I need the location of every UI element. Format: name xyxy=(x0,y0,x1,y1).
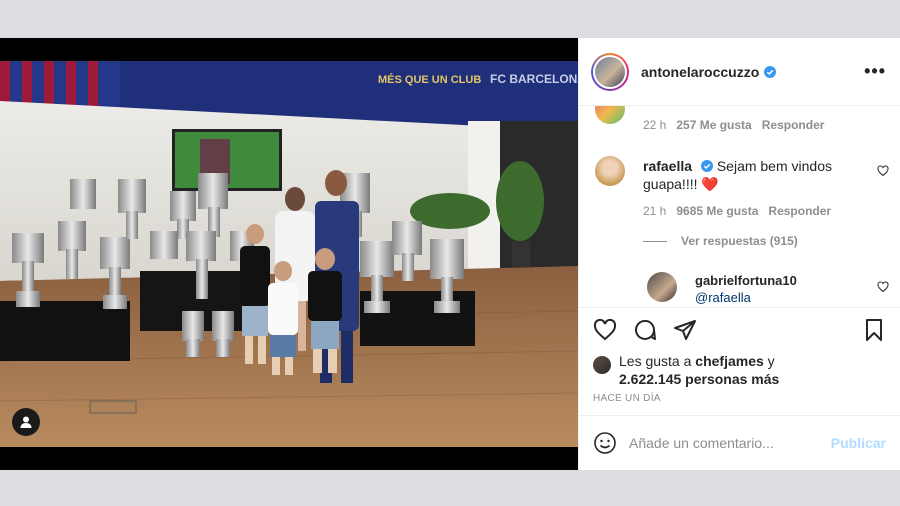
comment-time: 22 h xyxy=(643,118,667,132)
user-tag-button[interactable] xyxy=(12,408,40,436)
comment-text-cont: guapa!!!! xyxy=(643,176,698,192)
post-media[interactable]: MÉS QUE UN CLUB FC BARCELONA xyxy=(0,38,578,470)
comment-likes[interactable]: 9685 Me gusta xyxy=(676,204,758,218)
likes-summary: Les gusta a chefjames y 2.622.145 person… xyxy=(579,352,900,392)
comment-avatar[interactable] xyxy=(595,106,625,124)
reply-button[interactable]: Responder xyxy=(762,118,825,132)
comment-body: rafaella Sejam bem vindos guapa!!!! ❤️ xyxy=(643,157,863,193)
replies-divider xyxy=(643,240,667,242)
comment-meta: 22 h 257 Me gusta Responder xyxy=(643,118,834,132)
view-replies[interactable]: Ver respuestas (915) xyxy=(643,234,798,248)
post-timestamp[interactable]: HACE UN DÍA xyxy=(579,392,900,416)
comment-avatar[interactable] xyxy=(595,156,625,186)
liker-avatar[interactable] xyxy=(593,356,611,374)
comment-likes[interactable]: 257 Me gusta xyxy=(676,118,751,132)
publish-button[interactable]: Publicar xyxy=(831,435,886,451)
comments-list[interactable]: 22 h 257 Me gusta Responder rafaella Sejam… xyxy=(579,106,900,308)
comment-text: Sejam bem vindos xyxy=(716,158,832,174)
bookmark-icon[interactable] xyxy=(862,318,886,342)
more-options-button[interactable]: ••• xyxy=(864,61,886,82)
post-photo[interactable]: MÉS QUE UN CLUB FC BARCELONA xyxy=(0,61,578,447)
verified-badge-icon xyxy=(700,160,713,172)
comment-meta: 21 h 9685 Me gusta Responder xyxy=(643,204,841,218)
banner-club-name: FC BARCELONA xyxy=(490,72,578,86)
author-avatar[interactable] xyxy=(591,52,629,91)
post-header: antonelaroccuzzo ••• xyxy=(579,38,900,106)
view-replies-label[interactable]: Ver respuestas (915) xyxy=(681,234,798,248)
emoji-icon[interactable] xyxy=(593,431,617,455)
liker-username[interactable]: chefjames xyxy=(695,353,763,369)
post-actions xyxy=(579,308,900,352)
banner-slogan: MÉS QUE UN CLUB xyxy=(378,73,481,86)
heart-emoji: ❤️ xyxy=(701,176,719,192)
post-side-panel: antonelaroccuzzo ••• 22 h 257 Me gusta Res… xyxy=(578,38,900,470)
verified-badge-icon xyxy=(764,65,777,78)
reply-body: gabrielfortuna10 @rafaella xyxy=(695,272,797,306)
comment-username[interactable]: rafaella xyxy=(643,158,692,174)
instagram-post: MÉS QUE UN CLUB FC BARCELONA antonelaroc… xyxy=(0,38,900,470)
user-tag-icon xyxy=(20,416,32,428)
like-comment-heart-icon[interactable] xyxy=(877,165,889,177)
likes-count[interactable]: 2.622.145 personas más xyxy=(619,371,779,387)
likes-joiner: y xyxy=(767,353,775,369)
comment-icon[interactable] xyxy=(633,318,657,342)
comment-input[interactable]: Añade un comentario... xyxy=(629,435,831,451)
reply-avatar[interactable] xyxy=(647,272,677,302)
add-comment-bar: Añade un comentario... Publicar xyxy=(579,416,900,470)
reply-button[interactable]: Responder xyxy=(768,204,831,218)
reply-username[interactable]: gabrielfortuna10 xyxy=(695,273,797,288)
reply-mention[interactable]: @rafaella xyxy=(695,290,751,305)
heart-icon[interactable] xyxy=(593,318,617,342)
author-username[interactable]: antonelaroccuzzo xyxy=(641,64,759,80)
comment-time: 21 h xyxy=(643,204,667,218)
share-icon[interactable] xyxy=(673,318,697,342)
likes-prefix: Les gusta a xyxy=(619,353,692,369)
like-comment-heart-icon[interactable] xyxy=(877,281,889,293)
